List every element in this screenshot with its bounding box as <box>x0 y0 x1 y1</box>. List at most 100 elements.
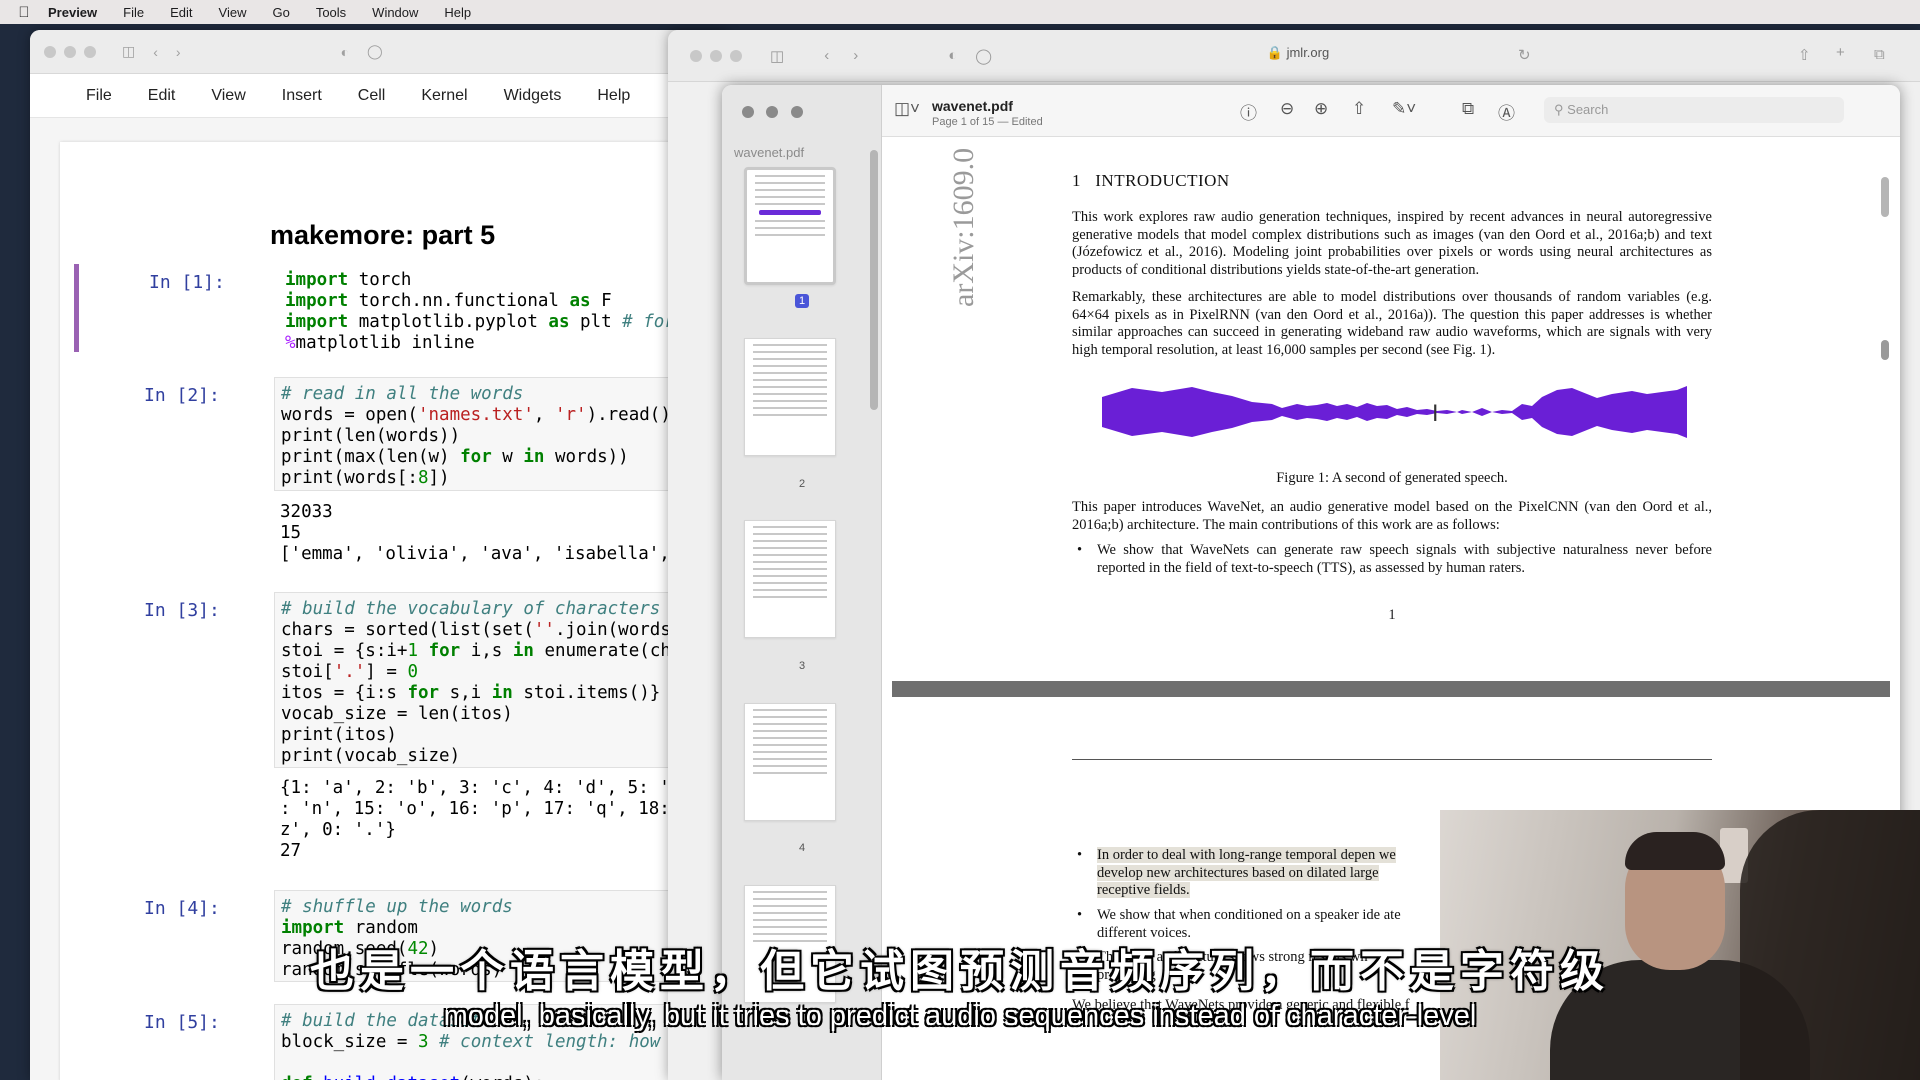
apple-icon[interactable]:  <box>0 4 48 21</box>
menu-tools[interactable]: Tools <box>316 5 346 20</box>
document-name: wavenet.pdf <box>932 98 1013 114</box>
jupyter-menu-cell[interactable]: Cell <box>358 87 386 105</box>
bullet-dot: • <box>1077 542 1083 558</box>
share-icon[interactable]: ⇧ <box>1352 99 1366 119</box>
page-thumbnail-3[interactable] <box>744 520 836 638</box>
url-text: jmlr.org <box>1286 45 1330 60</box>
paragraph-contributions: This paper introduces WaveNet, an audio … <box>1072 499 1712 533</box>
code-input[interactable]: import torch import torch.nn.functional … <box>279 264 730 352</box>
sidebar-toggle-icon[interactable]: ◫˅ <box>894 99 920 119</box>
thumbnail-number: 1 <box>722 294 882 308</box>
page-thumbnail-2[interactable] <box>744 338 836 456</box>
jupyter-menu-insert[interactable]: Insert <box>282 87 322 105</box>
zoom-out-icon[interactable]: ⊖ <box>1280 99 1294 119</box>
thumbnail-waveform <box>759 210 821 215</box>
thumbnail-number: 2 <box>798 478 806 490</box>
sidebar-scrollbar[interactable] <box>870 150 878 410</box>
waveform-envelope <box>1102 386 1687 438</box>
cell-prompt: In [1]: <box>149 272 225 293</box>
code-cell-3[interactable]: In [3]: # build the vocabulary of charac… <box>74 592 730 862</box>
jupyter-menu-edit[interactable]: Edit <box>148 87 176 105</box>
menu-edit[interactable]: Edit <box>170 5 192 20</box>
bullet-long-range: • In order to deal with long-range tempo… <box>1077 847 1396 898</box>
code-cell-1[interactable]: In [1]: import torch import torch.nn.fun… <box>74 264 730 352</box>
section-heading: 1 INTRODUCTION <box>1072 171 1230 190</box>
person-hair <box>1625 832 1725 870</box>
jupyter-menu-kernel[interactable]: Kernel <box>421 87 467 105</box>
code-input[interactable]: # read in all the words words = open('na… <box>274 377 730 491</box>
address-bar[interactable]: 🔒 jmlr.org <box>1158 45 1438 61</box>
close-window-button[interactable] <box>742 106 754 118</box>
close-window-button[interactable] <box>690 49 702 62</box>
jupyter-menu-view[interactable]: View <box>211 87 245 105</box>
safari-toolbar: ◫ ‹ › ◐ ◯ 🔒 jmlr.org ↻ ⇧ + ⧉ <box>668 30 1920 82</box>
markup-pen-icon[interactable]: ✎˅ <box>1392 99 1416 119</box>
jupyter-menu-file[interactable]: File <box>86 87 112 105</box>
menu-app-name[interactable]: Preview <box>48 5 97 20</box>
forward-icon[interactable]: › <box>176 44 181 60</box>
cell-output: 32033 15 ['emma', 'olivia', 'ava', 'isab… <box>280 502 701 564</box>
page-number: 1 <box>1388 607 1396 623</box>
sidebar-toggle-icon[interactable]: ◫ <box>770 47 784 65</box>
zoom-window-button[interactable] <box>790 106 803 118</box>
thumbnail-sidebar: wavenet.pdf 1 2 3 4 <box>722 85 882 1080</box>
jupyter-menu: File Edit View Insert Cell Kernel Widget… <box>30 74 730 118</box>
notebook-title: makemore: part 5 <box>270 220 496 250</box>
search-icon: ⚲ <box>1554 102 1564 117</box>
pdf-page-1[interactable]: arXiv:1609.0 1 INTRODUCTION This work ex… <box>892 137 1890 697</box>
menu-file[interactable]: File <box>123 5 144 20</box>
rotate-icon[interactable]: ⧉ <box>1462 99 1474 119</box>
zoom-window-button[interactable] <box>84 45 96 58</box>
cell-prompt: In [4]: <box>144 898 220 919</box>
cell-prompt: In [2]: <box>144 385 220 406</box>
page-gap <box>892 681 1890 697</box>
sidebar-toggle-icon[interactable]: ◫ <box>122 43 135 60</box>
back-icon[interactable]: ‹ <box>824 47 829 64</box>
annotate-icon[interactable]: Ⓐ <box>1498 99 1515 124</box>
jupyter-menu-help[interactable]: Help <box>597 87 630 105</box>
shield-icon[interactable]: ◯ <box>975 47 992 65</box>
document-scrollbar-marker[interactable] <box>1881 340 1889 360</box>
speech-waveform-figure <box>1102 386 1687 438</box>
share-icon[interactable]: ⇧ <box>1798 46 1811 64</box>
back-icon[interactable]: ‹ <box>153 44 158 60</box>
close-window-button[interactable] <box>44 45 56 58</box>
document-scrollbar[interactable] <box>1881 177 1889 217</box>
menu-bar:  Preview File Edit View Go Tools Window… <box>0 0 1920 24</box>
page-thumbnail-1[interactable] <box>744 167 836 285</box>
new-tab-icon[interactable]: + <box>1836 44 1845 61</box>
menu-help[interactable]: Help <box>444 5 471 20</box>
page-rule <box>1072 759 1712 760</box>
menu-window[interactable]: Window <box>372 5 418 20</box>
thumbnail-number: 3 <box>798 660 806 672</box>
reload-icon[interactable]: ↻ <box>1518 46 1531 64</box>
traffic-lights <box>742 105 811 123</box>
minimize-window-button[interactable] <box>710 49 722 62</box>
subtitle-english: model, basically, but it tries to predic… <box>443 1000 1477 1032</box>
minimize-window-button[interactable] <box>766 106 779 118</box>
code-input[interactable]: # build the vocabulary of characters and… <box>274 592 730 768</box>
privacy-icon[interactable]: ◐ <box>948 47 957 64</box>
thumbnail-number: 4 <box>798 842 806 854</box>
figure-caption: Figure 1: A second of generated speech. <box>1276 470 1508 486</box>
info-icon[interactable]: ⓘ <box>1240 99 1257 124</box>
menu-view[interactable]: View <box>219 5 247 20</box>
privacy-icon[interactable]: ◐ <box>341 44 349 60</box>
forward-icon[interactable]: › <box>853 47 858 64</box>
arxiv-watermark: arXiv:1609.0 <box>947 147 980 307</box>
page-thumbnail-4[interactable] <box>744 703 836 821</box>
jupyter-menu-widgets[interactable]: Widgets <box>504 87 562 105</box>
document-status: Page 1 of 15 — Edited <box>932 116 1043 128</box>
search-field[interactable]: ⚲ Search <box>1544 97 1844 123</box>
code-cell-2[interactable]: In [2]: # read in all the words words = … <box>74 377 730 564</box>
bullet-tts: • We show that WaveNets can generate raw… <box>1077 542 1712 576</box>
shield-icon[interactable]: ◯ <box>367 43 383 60</box>
zoom-window-button[interactable] <box>730 49 742 62</box>
subtitle-chinese: 也是一个语言模型，但它试图预测音频序列，而不是字符级 <box>310 946 1610 997</box>
zoom-in-icon[interactable]: ⊕ <box>1314 99 1328 119</box>
minimize-window-button[interactable] <box>64 45 76 58</box>
menu-go[interactable]: Go <box>272 5 289 20</box>
search-placeholder: Search <box>1567 102 1609 117</box>
tab-overview-icon[interactable]: ⧉ <box>1874 46 1885 63</box>
cell-output: {1: 'a', 2: 'b', 3: 'c', 4: 'd', 5: 'e',… <box>280 778 701 861</box>
